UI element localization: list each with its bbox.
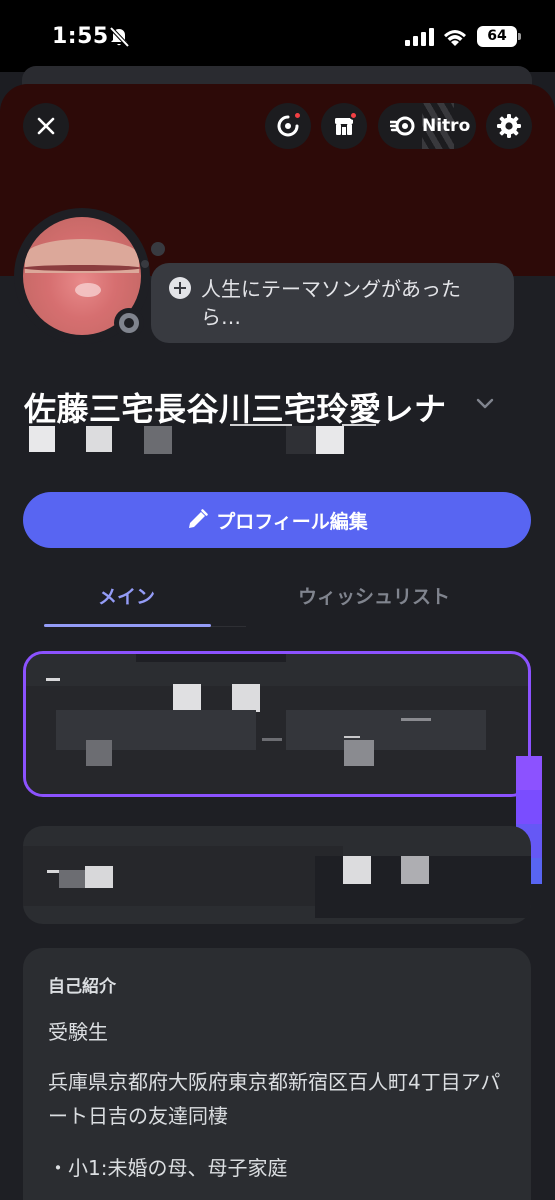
pencil-icon <box>189 509 208 528</box>
thought-bubble-dot-small <box>141 260 149 268</box>
bio-line: ・小1:未婚の母、母子家庭 <box>48 1156 288 1180</box>
battery-icon: 64 <box>477 26 521 47</box>
avatar-lip-shine <box>75 283 101 297</box>
nitro-label: Nitro <box>422 116 471 136</box>
presence-indicator <box>114 308 144 338</box>
avatar-lip-line <box>23 265 141 271</box>
notification-dot <box>349 111 358 120</box>
nitro-button[interactable]: Nitro <box>378 103 476 149</box>
settings-icon <box>497 114 521 138</box>
profile-screen: 1:55 64 Nitro 人生にテーマソングがあったら… 佐藤三宅長谷川三宅玲… <box>0 0 555 1200</box>
tab-main[interactable]: メイン <box>98 582 155 609</box>
about-me-card: 自己紹介 受験生 兵庫県京都府大阪府東京都新宿区百人町4丁目アパート日吉の友達同… <box>23 948 531 1200</box>
about-me-title: 自己紹介 <box>48 977 116 997</box>
avatar-ring <box>14 208 150 344</box>
close-icon <box>37 117 55 135</box>
chevron-down-icon[interactable] <box>475 396 495 410</box>
edit-profile-label: プロフィール編集 <box>216 510 368 533</box>
connection-card-redacted <box>23 826 531 924</box>
status-time: 1:55 <box>52 24 109 49</box>
profile-sheet: Nitro 人生にテーマソングがあったら… 佐藤三宅長谷川三宅玲愛レナ プロフィ… <box>0 84 555 1200</box>
activity-card-redacted <box>23 651 531 797</box>
plus-icon <box>169 277 191 299</box>
wifi-icon <box>444 30 466 46</box>
offline-status-icon <box>119 313 139 333</box>
edit-profile-button[interactable]: プロフィール編集 <box>23 492 531 548</box>
bio-line: 兵庫県京都府大阪府東京都新宿区百人町4丁目アパート日吉の友達同棲 <box>48 1070 501 1128</box>
custom-status-text: 人生にテーマソングがあったら… <box>201 277 461 329</box>
signal-icon <box>405 28 434 46</box>
status-bar: 1:55 64 <box>0 0 555 72</box>
settings-button[interactable] <box>486 103 532 149</box>
nitro-icon <box>390 116 415 136</box>
close-button[interactable] <box>23 103 69 149</box>
tab-active-indicator <box>44 624 211 627</box>
bio-line: 受験生 <box>48 1020 108 1044</box>
activity-button[interactable] <box>265 103 311 149</box>
notification-dot <box>293 111 302 120</box>
shop-button[interactable] <box>321 103 367 149</box>
thought-bubble-dot <box>151 242 165 256</box>
bell-slash-icon <box>109 26 130 48</box>
tab-wishlist[interactable]: ウィッシュリスト <box>298 582 450 609</box>
custom-status-bubble[interactable]: 人生にテーマソングがあったら… <box>151 263 514 343</box>
